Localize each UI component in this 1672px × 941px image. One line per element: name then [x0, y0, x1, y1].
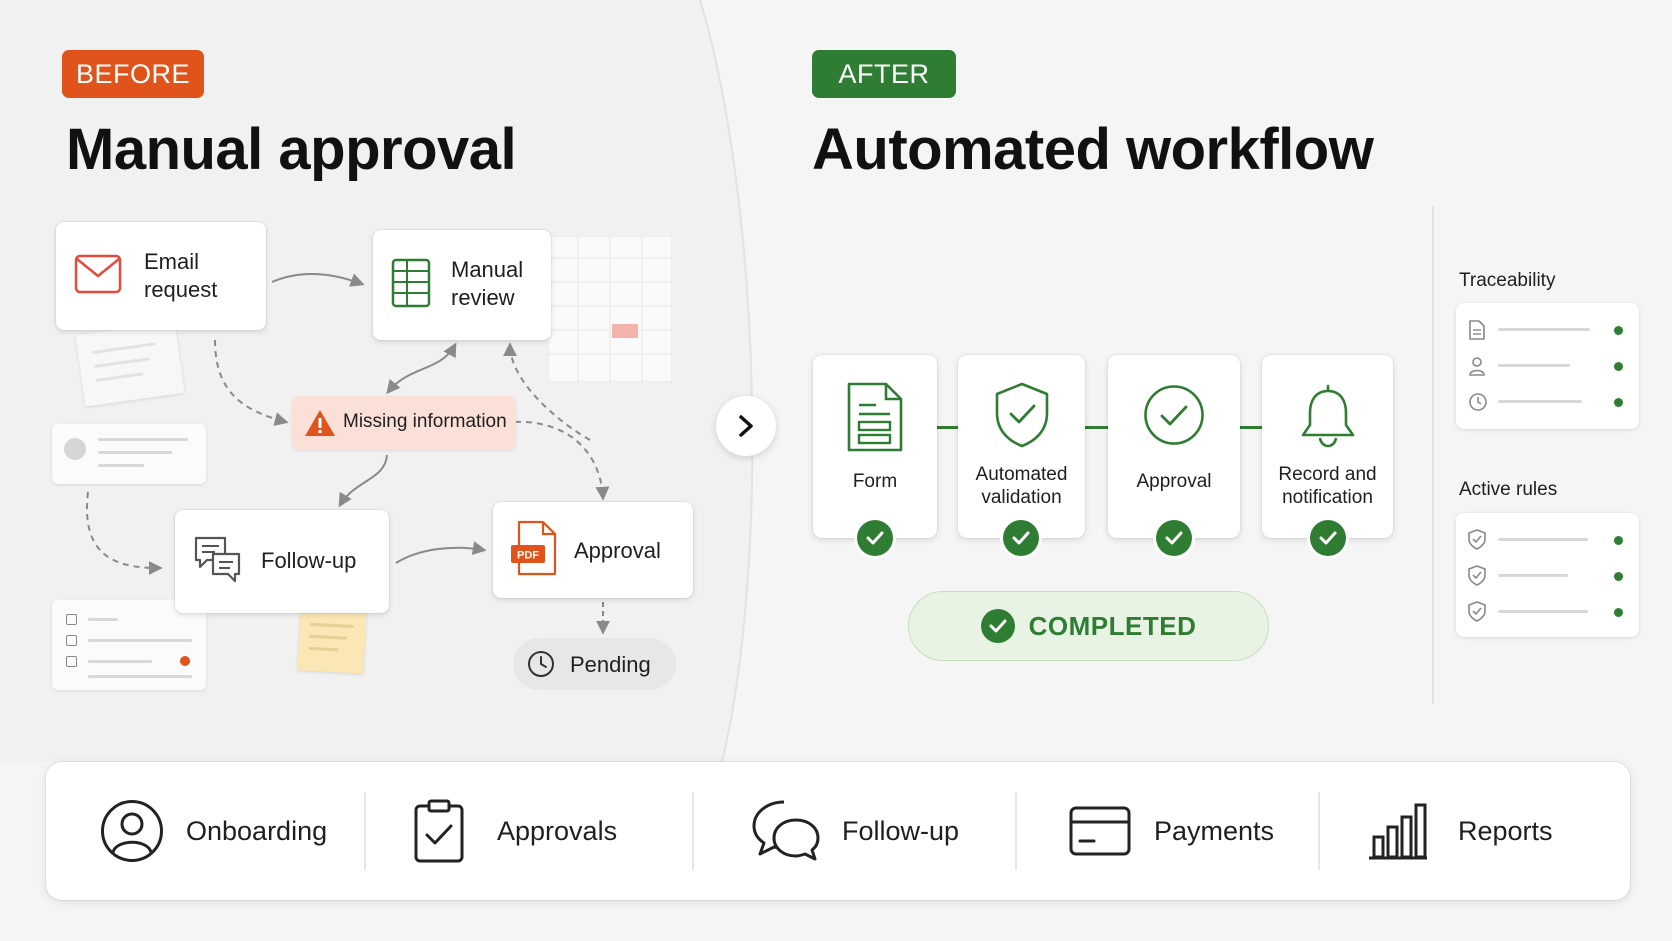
- missing-information-label: Missing information: [343, 411, 507, 432]
- completed-status-pill: COMPLETED: [908, 591, 1269, 661]
- status-dot: [1614, 398, 1623, 407]
- chat-bubbles-icon: [194, 536, 241, 583]
- step-approval-label: Approval: [1136, 471, 1212, 492]
- use-case-onboarding-label: Onboarding: [186, 815, 328, 846]
- use-case-reports-label: Reports: [1458, 815, 1553, 846]
- step-automated-validation-label: Automated validation: [975, 464, 1068, 508]
- divider: [1015, 792, 1017, 870]
- step-record-notification-label: Record and notification: [1278, 464, 1377, 508]
- pdf-tag: PDF: [517, 550, 539, 562]
- spreadsheet-decoration: [548, 236, 672, 382]
- document-icon: [847, 382, 903, 452]
- shield-check-icon: [1468, 529, 1486, 550]
- status-dot: [1614, 326, 1623, 335]
- use-case-bar: Onboarding Approvals Follow-up Payments: [46, 762, 1630, 900]
- check-icon: [1310, 520, 1346, 556]
- spreadsheet-icon: [391, 258, 431, 308]
- next-arrow-button[interactable]: [716, 396, 776, 456]
- after-badge-label: AFTER: [838, 58, 930, 89]
- email-request-label: Email request: [144, 249, 218, 302]
- pdf-file-icon: PDF: [511, 520, 557, 576]
- use-case-payments-label: Payments: [1154, 815, 1275, 846]
- follow-up-card[interactable]: Follow-up: [175, 510, 389, 613]
- follow-up-label: Follow-up: [261, 548, 357, 573]
- step-automated-validation-card[interactable]: Automated validation: [958, 355, 1085, 556]
- check-icon: [1003, 520, 1039, 556]
- use-case-approvals-label: Approvals: [497, 815, 618, 846]
- pending-status-pill: Pending: [513, 638, 676, 690]
- shield-check-icon: [1468, 565, 1486, 586]
- circle-check-icon: [1144, 385, 1204, 445]
- divider: [1318, 792, 1320, 870]
- step-form-card[interactable]: Form: [813, 355, 937, 556]
- step-form-label: Form: [852, 471, 898, 492]
- checkbox: [66, 614, 77, 625]
- check-circle-icon: [980, 609, 1015, 643]
- pending-label: Pending: [570, 652, 651, 677]
- use-case-follow-up[interactable]: Follow-up: [750, 762, 959, 900]
- chevron-right-icon: [739, 415, 753, 437]
- step-approval-card[interactable]: Approval: [1108, 355, 1240, 556]
- after-title: Automated workflow: [812, 117, 1374, 182]
- check-icon: [857, 520, 893, 556]
- completed-label: COMPLETED: [1028, 610, 1197, 641]
- envelope-icon: [74, 254, 122, 294]
- document-icon: [1469, 320, 1485, 340]
- step-connector: [936, 426, 958, 429]
- active-rules-card: [1456, 513, 1639, 637]
- status-dot: [1614, 536, 1623, 545]
- manual-review-label: Manual review: [451, 257, 524, 310]
- manual-review-card[interactable]: Manual review: [373, 230, 551, 340]
- traceability-card: [1456, 303, 1639, 429]
- checklist-ghost-card: [52, 600, 206, 690]
- status-dot: [1614, 362, 1623, 371]
- step-connector: [1240, 426, 1262, 429]
- status-dot: [1614, 608, 1623, 617]
- before-approval-label: Approval: [574, 538, 661, 563]
- credit-card-icon: [1069, 806, 1131, 856]
- status-dot: [180, 656, 190, 666]
- after-badge: AFTER: [812, 50, 956, 98]
- use-case-reports[interactable]: Reports: [1368, 762, 1553, 900]
- avatar: [64, 438, 86, 460]
- sticky-note-decoration: [297, 606, 367, 674]
- check-icon: [1156, 520, 1192, 556]
- shield-check-icon: [1468, 601, 1486, 622]
- email-request-card[interactable]: Email request: [56, 222, 266, 330]
- use-case-approvals[interactable]: Approvals: [413, 762, 617, 900]
- warning-icon: [305, 410, 335, 436]
- clock-icon: [1469, 393, 1487, 411]
- paper-sheet-decoration: [75, 321, 185, 407]
- use-case-follow-up-label: Follow-up: [842, 815, 960, 846]
- missing-information-alert[interactable]: Missing information: [292, 396, 516, 450]
- active-rules-title: Active rules: [1459, 479, 1558, 500]
- use-case-payments[interactable]: Payments: [1068, 762, 1274, 900]
- user-icon: [1469, 357, 1485, 376]
- clipboard-check-icon: [414, 799, 464, 863]
- step-record-notification-card[interactable]: Record and notification: [1262, 355, 1393, 556]
- chat-bubbles-icon: [752, 800, 820, 861]
- status-dot: [1614, 572, 1623, 581]
- divider: [692, 792, 694, 870]
- user-circle-icon: [101, 800, 163, 862]
- before-approval-card[interactable]: PDF Approval: [493, 502, 693, 598]
- step-connector: [1085, 426, 1109, 429]
- use-case-onboarding[interactable]: Onboarding: [100, 762, 327, 900]
- bell-icon: [1301, 384, 1355, 448]
- side-panel-divider: [1432, 206, 1434, 704]
- checkbox: [66, 635, 77, 646]
- clock-icon: [528, 651, 554, 677]
- comment-ghost-card: [52, 424, 206, 484]
- bar-chart-icon: [1369, 803, 1427, 860]
- checkbox: [66, 656, 77, 667]
- shield-check-icon: [995, 382, 1049, 448]
- divider: [364, 792, 366, 870]
- traceability-title: Traceability: [1459, 270, 1556, 291]
